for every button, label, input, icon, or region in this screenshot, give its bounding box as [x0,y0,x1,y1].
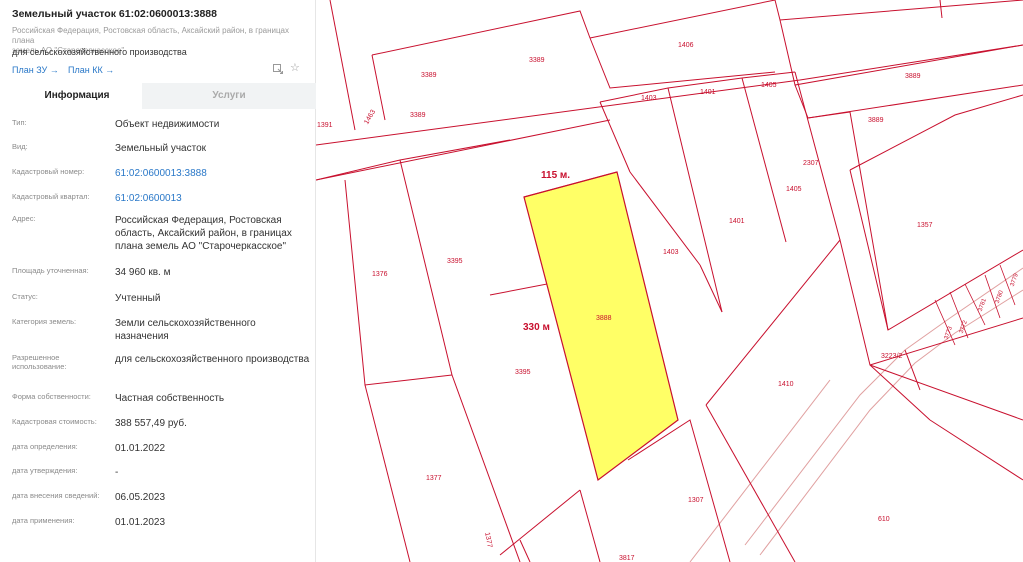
parcel-label: 3389 [410,112,426,119]
parcel-label: 1376 [372,271,388,278]
cadastral-number-link[interactable]: 61:02:0600013:3888 [115,167,310,180]
row-label: Вид: [12,142,28,151]
parcel-label: 1401 [700,89,716,96]
parcel-label: 1377 [426,475,442,482]
row-value: Земли сельскохозяйственного назначения [115,318,256,342]
row-value: - [115,467,119,478]
parcel-boundaries [316,0,1023,562]
parcel-label: 610 [878,516,890,523]
parcel-title: Земельный участок 61:02:0600013:3888 [12,8,217,20]
parcel-label: 1307 [688,497,704,504]
row-value: Учтенный [115,293,161,304]
highlight-label: 3888 [596,315,612,322]
plan-kk-link[interactable]: План КК → [68,65,114,75]
row-value: для сельскохозяйственного производства [115,354,310,365]
row-label: дата применения: [12,516,75,525]
row-label: Кадастровая стоимость: [12,417,97,426]
row-label: Адрес: [12,214,36,223]
parcel-purpose: для сельскохозяйственного производства [12,47,187,57]
parcel-label: 1405 [761,82,777,89]
parcel-label: 1357 [917,222,933,229]
parcel-label: 3395 [515,369,531,376]
dimension-top-label: 115 м. [541,170,570,181]
row-value: 34 960 кв. м [115,267,171,278]
plan-zu-link[interactable]: План ЗУ → [12,65,59,75]
parcel-label: 1391 [317,122,333,129]
parcel-label: 3389 [421,72,437,79]
row-label: Статус: [12,292,38,301]
parcel-label: 3773 [944,325,954,340]
parcel-label: 1406 [678,42,694,49]
road [689,267,1023,562]
row-label: дата внесения сведений: [12,491,100,500]
row-label: Категория земель: [12,317,77,326]
parcel-label: 1405 [786,186,802,193]
parcel-label: 1377 [483,532,493,549]
parcel-address-line1: Российская Федерация, Ростовская область… [12,26,290,45]
row-value: Объект недвижимости [115,119,220,130]
parcel-label: 3817 [619,555,635,562]
row-value: Российская Федерация, Ростовская область… [115,215,292,252]
parcel-label: 3779 [1010,272,1020,287]
parcel-label: 3395 [447,258,463,265]
cadastral-map[interactable]: 3888 115 м. 330 м 3389 3389 3389 1406 38… [316,0,1023,562]
parcel-label: 3889 [905,73,921,80]
row-label: дата определения: [12,442,78,451]
parcel-label: 3889 [868,117,884,124]
parcel-label: 3781 [978,297,988,312]
row-label: Тип: [12,118,27,127]
parcel-label: 1403 [641,95,657,102]
row-label: Форма собственности: [12,392,91,401]
row-value: Земельный участок [115,143,207,154]
parcel-label: 3223/2 [881,353,903,360]
tab-info[interactable]: Информация [12,83,142,109]
star-icon[interactable]: ☆ [290,61,300,74]
info-panel: Земельный участок 61:02:0600013:3888 Рос… [0,0,316,562]
parcel-label: 1401 [729,218,745,225]
parcel-label: 3389 [529,57,545,64]
row-label: Разрешенное использование: [12,353,67,371]
dimension-side-label: 330 м [523,322,550,333]
row-label: Кадастровый номер: [12,167,85,176]
row-label: Кадастровый квартал: [12,192,90,201]
row-value: 06.05.2023 [115,492,166,503]
row-value: Частная собственность [115,393,225,404]
row-value: 01.01.2023 [115,517,166,528]
parcel-label: 2307 [803,160,819,167]
parcel-label: 1410 [778,381,794,388]
cadastral-quarter-link[interactable]: 61:02:0600013 [115,192,310,205]
row-label: дата утверждения: [12,466,78,475]
parcel-label: 1403 [663,249,679,256]
panel-tabs: Информация Услуги [12,83,316,109]
parcel-label: 3772 [959,319,969,334]
parcel-label: 1463 [363,109,377,126]
row-value: 388 557,49 руб. [115,418,187,429]
copy-link-icon[interactable] [272,63,284,78]
row-label: Площадь уточненная: [12,266,89,275]
row-value: 01.01.2022 [115,443,166,454]
tab-services[interactable]: Услуги [142,83,316,109]
